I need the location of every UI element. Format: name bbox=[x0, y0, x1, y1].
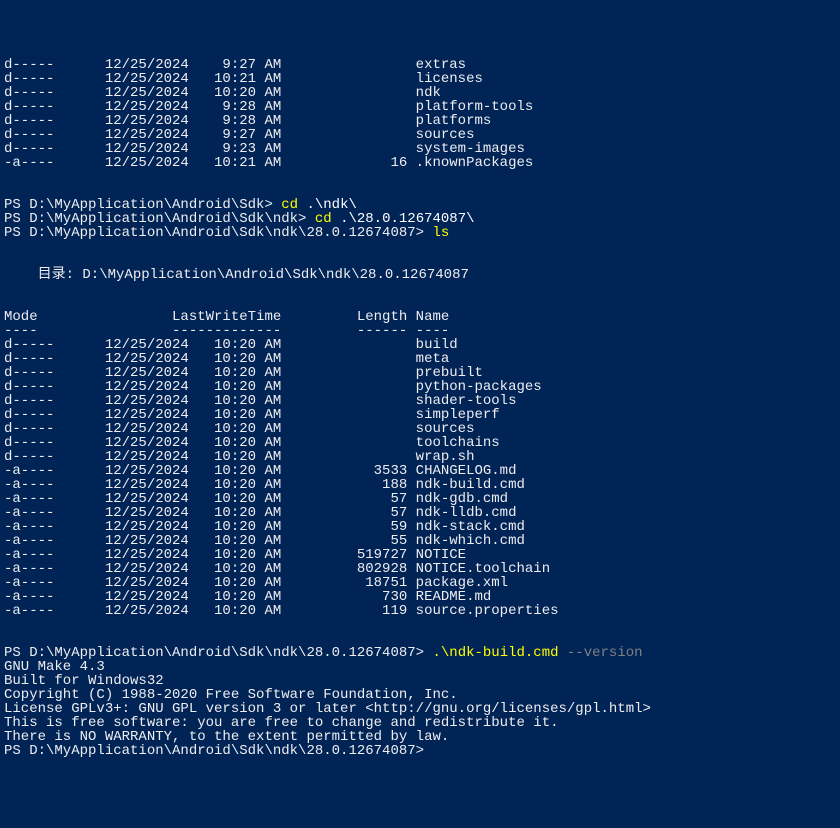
dir-row: -a---- 12/25/2024 10:20 AM 59 ndk-stack.… bbox=[4, 520, 836, 534]
blank-line bbox=[4, 254, 836, 268]
dir-header: 目录: D:\MyApplication\Android\Sdk\ndk\28.… bbox=[4, 268, 836, 282]
blank-line bbox=[4, 618, 836, 632]
blank-line bbox=[4, 632, 836, 646]
output-line: There is NO WARRANTY, to the extent perm… bbox=[4, 730, 836, 744]
dir-row: d----- 12/25/2024 10:20 AM prebuilt bbox=[4, 366, 836, 380]
dir-row: -a---- 12/25/2024 10:20 AM 3533 CHANGELO… bbox=[4, 464, 836, 478]
dir-row: d----- 12/25/2024 10:20 AM python-packag… bbox=[4, 380, 836, 394]
dir-row: -a---- 12/25/2024 10:20 AM 119 source.pr… bbox=[4, 604, 836, 618]
blank-line bbox=[4, 184, 836, 198]
dir-row: d----- 12/25/2024 10:20 AM wrap.sh bbox=[4, 450, 836, 464]
dir-row: -a---- 12/25/2024 10:20 AM 519727 NOTICE bbox=[4, 548, 836, 562]
blank-line bbox=[4, 240, 836, 254]
command-param: --version bbox=[567, 645, 643, 661]
dir-row: d----- 12/25/2024 9:27 AM sources bbox=[4, 128, 836, 142]
dir-row: d----- 12/25/2024 9:28 AM platforms bbox=[4, 114, 836, 128]
dir-row: -a---- 12/25/2024 10:20 AM 18751 package… bbox=[4, 576, 836, 590]
powershell-terminal[interactable]: d----- 12/25/2024 9:27 AM extrasd----- 1… bbox=[4, 58, 836, 758]
blank-line bbox=[4, 296, 836, 310]
dir-row: -a---- 12/25/2024 10:20 AM 55 ndk-which.… bbox=[4, 534, 836, 548]
dir-row: d----- 12/25/2024 10:20 AM shader-tools bbox=[4, 394, 836, 408]
output-line: License GPLv3+: GNU GPL version 3 or lat… bbox=[4, 702, 836, 716]
prompt-line: PS D:\MyApplication\Android\Sdk\ndk> cd … bbox=[4, 212, 836, 226]
prompt-line[interactable]: PS D:\MyApplication\Android\Sdk\ndk\28.0… bbox=[4, 744, 836, 758]
dir-row: d----- 12/25/2024 9:27 AM extras bbox=[4, 58, 836, 72]
dir-row: d----- 12/25/2024 9:23 AM system-images bbox=[4, 142, 836, 156]
dir-row: d----- 12/25/2024 10:20 AM toolchains bbox=[4, 436, 836, 450]
dir-row: -a---- 12/25/2024 10:20 AM 188 ndk-build… bbox=[4, 478, 836, 492]
dir-row: d----- 12/25/2024 10:20 AM meta bbox=[4, 352, 836, 366]
prompt-line: PS D:\MyApplication\Android\Sdk\ndk\28.0… bbox=[4, 226, 836, 240]
dir-row: -a---- 12/25/2024 10:20 AM 57 ndk-lldb.c… bbox=[4, 506, 836, 520]
dir-row: d----- 12/25/2024 9:28 AM platform-tools bbox=[4, 100, 836, 114]
command: .\ndk-build.cmd bbox=[432, 645, 566, 661]
output-line: Built for Windows32 bbox=[4, 674, 836, 688]
dir-row: d----- 12/25/2024 10:20 AM simpleperf bbox=[4, 408, 836, 422]
dir-row: d----- 12/25/2024 10:20 AM ndk bbox=[4, 86, 836, 100]
dir-row: -a---- 12/25/2024 10:21 AM 16 .knownPack… bbox=[4, 156, 836, 170]
dir-row: -a---- 12/25/2024 10:20 AM 730 README.md bbox=[4, 590, 836, 604]
dir-row: d----- 12/25/2024 10:20 AM sources bbox=[4, 422, 836, 436]
dir-row: -a---- 12/25/2024 10:20 AM 802928 NOTICE… bbox=[4, 562, 836, 576]
output-line: GNU Make 4.3 bbox=[4, 660, 836, 674]
dir-row: -a---- 12/25/2024 10:20 AM 57 ndk-gdb.cm… bbox=[4, 492, 836, 506]
dir-row: d----- 12/25/2024 10:20 AM build bbox=[4, 338, 836, 352]
blank-line bbox=[4, 170, 836, 184]
blank-line bbox=[4, 282, 836, 296]
command: ls bbox=[432, 225, 449, 241]
output-line: This is free software: you are free to c… bbox=[4, 716, 836, 730]
prompt-line: PS D:\MyApplication\Android\Sdk\ndk\28.0… bbox=[4, 646, 836, 660]
table-header: Mode LastWriteTime Length Name bbox=[4, 310, 836, 324]
table-divider: ---- ------------- ------ ---- bbox=[4, 324, 836, 338]
dir-row: d----- 12/25/2024 10:21 AM licenses bbox=[4, 72, 836, 86]
prompt-line: PS D:\MyApplication\Android\Sdk> cd .\nd… bbox=[4, 198, 836, 212]
